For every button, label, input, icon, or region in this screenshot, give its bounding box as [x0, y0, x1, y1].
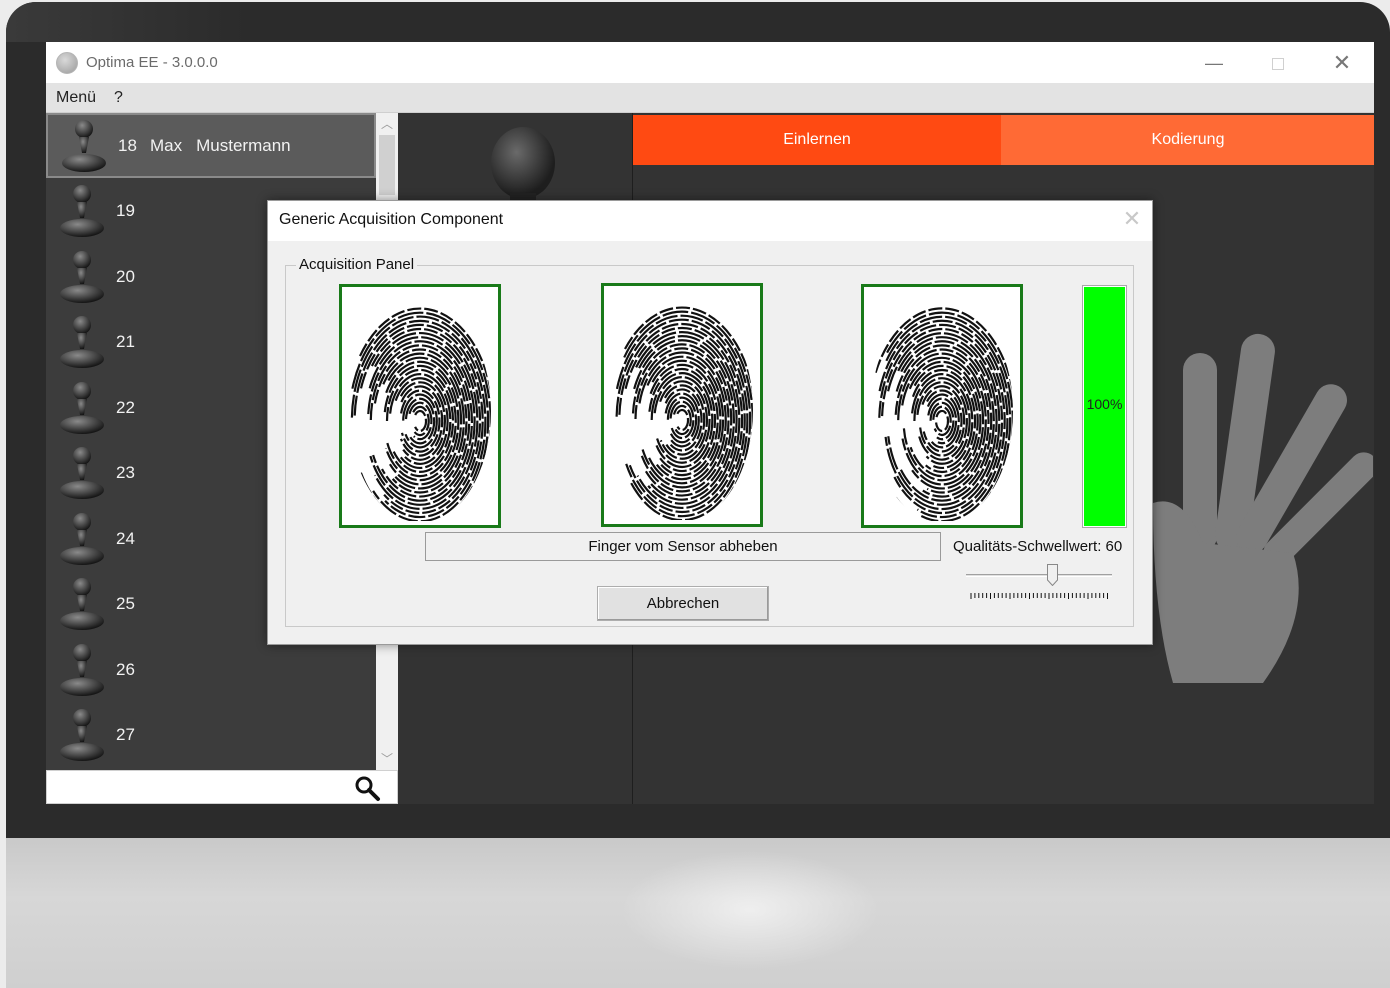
slider-track	[966, 574, 1112, 577]
search-bar	[46, 770, 398, 804]
chin-glow	[620, 850, 880, 970]
person-avatar-icon	[56, 444, 108, 502]
person-avatar-icon	[56, 248, 108, 306]
hand-icon	[1153, 333, 1373, 683]
scroll-up-icon[interactable]: ︿	[376, 113, 398, 135]
acquisition-dialog: Generic Acquisition Component ✕ Acquisit…	[267, 200, 1153, 645]
list-item[interactable]: 27	[46, 703, 376, 768]
person-id: 23	[116, 463, 135, 482]
person-id: 27	[116, 725, 135, 744]
person-id: 21	[116, 332, 135, 351]
quality-threshold-slider[interactable]	[964, 564, 1114, 604]
person-id: 20	[116, 266, 135, 286]
quality-threshold-label: Qualitäts-Schwellwert: 60	[953, 538, 1123, 555]
dialog-title: Generic Acquisition Component	[279, 211, 504, 228]
menu-item-menu[interactable]: Menü	[56, 89, 96, 107]
search-icon[interactable]	[353, 774, 381, 802]
list-item[interactable]: 18 Max Mustermann	[46, 113, 376, 178]
menu-bar: Menü ?	[46, 83, 1374, 113]
slider-ticks	[970, 593, 1108, 599]
acquisition-panel-label: Acquisition Panel	[296, 256, 418, 273]
cancel-button[interactable]: Abbrechen	[597, 586, 769, 621]
person-id: 25	[116, 594, 135, 613]
person-avatar-icon	[58, 117, 110, 175]
app-icon	[56, 51, 78, 74]
person-avatar-icon	[56, 575, 108, 633]
person-id: 22	[116, 397, 135, 417]
title-bar: Optima EE - 3.0.0.0 — ✕	[46, 42, 1374, 83]
close-button[interactable]: ✕	[1322, 50, 1362, 76]
person-last-name: Mustermann	[196, 135, 291, 155]
person-avatar-icon	[56, 641, 108, 699]
list-item[interactable]: 26	[46, 637, 376, 702]
person-avatar-icon	[56, 313, 108, 371]
scroll-down-icon[interactable]: ﹀	[376, 748, 398, 770]
fingerprint-image-2	[601, 283, 763, 527]
quality-percent: 100%	[1086, 396, 1123, 412]
search-input[interactable]	[51, 775, 341, 799]
status-message: Finger vom Sensor abheben	[425, 532, 941, 561]
dialog-close-icon[interactable]: ✕	[1120, 207, 1144, 231]
person-avatar-icon	[56, 706, 108, 764]
person-id: 19	[116, 201, 135, 220]
fingerprint-image-3	[861, 284, 1023, 528]
menu-item-help[interactable]: ?	[114, 89, 123, 107]
acquisition-panel: Acquisition Panel 100% Finger vom Sensor…	[285, 256, 1134, 627]
person-avatar-icon	[56, 510, 108, 568]
person-id: 26	[116, 659, 135, 679]
bezel-shine	[6, 2, 246, 42]
person-avatar-icon	[56, 379, 108, 437]
monitor-frame: Optima EE - 3.0.0.0 — ✕ Menü ? 18 Max Mu…	[0, 0, 1390, 988]
dialog-title-bar: Generic Acquisition Component ✕	[268, 201, 1152, 241]
person-id: 18	[118, 135, 137, 155]
tab-kodierung[interactable]: Kodierung	[1001, 115, 1374, 165]
tab-einlernen[interactable]: Einlernen	[633, 115, 1001, 165]
fingerprint-image-1	[339, 284, 501, 528]
person-avatar-icon	[56, 182, 108, 240]
person-first-name: Max	[150, 135, 183, 155]
slider-thumb[interactable]	[1047, 564, 1058, 586]
person-id: 24	[116, 528, 135, 548]
maximize-icon	[1272, 58, 1284, 71]
minimize-button[interactable]: —	[1194, 50, 1234, 76]
quality-bar: 100%	[1082, 285, 1127, 528]
scroll-thumb[interactable]	[379, 135, 395, 195]
window-title: Optima EE - 3.0.0.0	[86, 54, 218, 71]
person-photo-placeholder	[491, 127, 555, 211]
maximize-button[interactable]	[1258, 50, 1298, 76]
